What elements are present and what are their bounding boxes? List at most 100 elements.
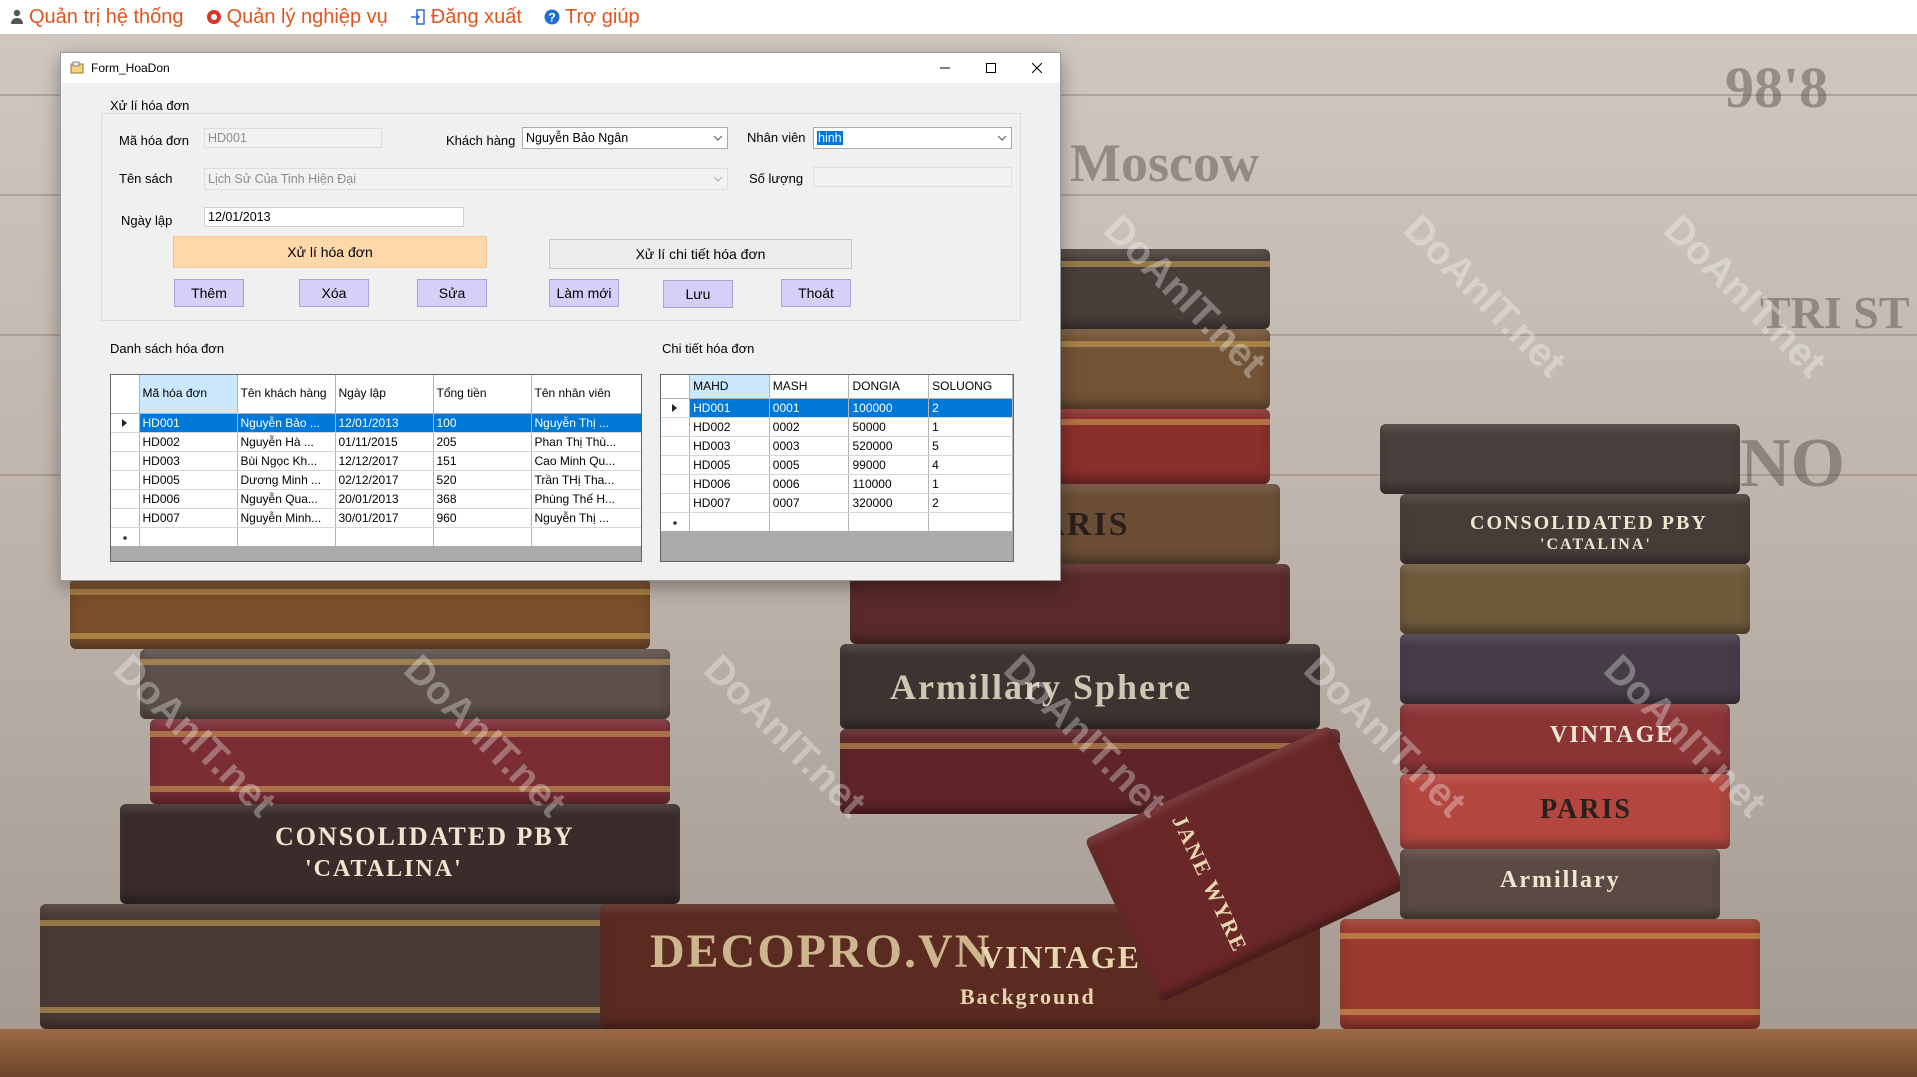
- table-cell[interactable]: 12/12/2017: [335, 451, 434, 471]
- table-cell[interactable]: 2: [928, 398, 1013, 418]
- table-cell[interactable]: 5: [928, 436, 1013, 456]
- ten-sach-combobox[interactable]: Lịch Sử Của Tinh Hiện Đại: [204, 168, 728, 190]
- row-header[interactable]: [111, 508, 140, 528]
- table-cell[interactable]: HD002: [139, 432, 238, 452]
- table-cell[interactable]: HD005: [689, 455, 770, 475]
- table-cell[interactable]: 100: [433, 413, 532, 433]
- menu-quan-tri-he-thong[interactable]: Quản trị hệ thống: [10, 6, 184, 29]
- table-cell[interactable]: Trần THị Tha...: [531, 470, 641, 490]
- table-cell[interactable]: 205: [433, 432, 532, 452]
- new-row[interactable]: [111, 527, 641, 546]
- column-header[interactable]: Ngày lập: [335, 375, 434, 414]
- table-cell[interactable]: 01/11/2015: [335, 432, 434, 452]
- window-titlebar[interactable]: Form_HoaDon: [61, 53, 1060, 83]
- nhan-vien-combobox[interactable]: hinh: [813, 127, 1012, 149]
- table-cell[interactable]: HD001: [139, 413, 238, 433]
- thoat-button[interactable]: Thoát: [781, 279, 851, 307]
- row-header[interactable]: [661, 455, 691, 475]
- table-cell[interactable]: Nguyễn Bảo ...: [237, 413, 336, 433]
- table-row[interactable]: HD003 Bùi Ngọc Kh... 12/12/2017 151 Cao …: [111, 451, 641, 471]
- table-cell[interactable]: 50000: [848, 417, 930, 437]
- table-cell[interactable]: 2: [928, 493, 1013, 513]
- table-cell[interactable]: HD007: [139, 508, 238, 528]
- table-cell[interactable]: 20/01/2013: [335, 489, 434, 509]
- invoice-list-grid[interactable]: Mã hóa đơn Tên khách hàng Ngày lập Tổng …: [110, 374, 642, 562]
- table-cell[interactable]: 0002: [769, 417, 850, 437]
- row-header[interactable]: [661, 417, 691, 437]
- table-cell[interactable]: 02/12/2017: [335, 470, 434, 490]
- menu-tro-giup[interactable]: ? Trợ giúp: [544, 6, 640, 29]
- table-row[interactable]: HD005 Dương Minh ... 02/12/2017 520 Trần…: [111, 470, 641, 490]
- table-cell[interactable]: [689, 512, 770, 531]
- table-cell[interactable]: 0005: [769, 455, 850, 475]
- table-cell[interactable]: HD006: [689, 474, 770, 494]
- table-cell[interactable]: 110000: [848, 474, 930, 494]
- row-header[interactable]: [661, 474, 691, 494]
- menu-dang-xuat[interactable]: Đăng xuất: [410, 6, 522, 29]
- table-cell[interactable]: 12/01/2013: [335, 413, 434, 433]
- table-cell[interactable]: 960: [433, 508, 532, 528]
- maximize-button[interactable]: [968, 53, 1014, 83]
- table-cell[interactable]: Nguyễn Thị ...: [531, 508, 641, 528]
- table-cell[interactable]: [433, 527, 532, 546]
- table-cell[interactable]: HD007: [689, 493, 770, 513]
- table-cell[interactable]: 368: [433, 489, 532, 509]
- detail-list-grid[interactable]: MAHD MASH DONGIA SOLUONG HD001 0001 1000…: [660, 374, 1014, 562]
- xu-li-hoa-don-button[interactable]: Xử lí hóa đơn: [173, 236, 487, 268]
- row-header[interactable]: [111, 451, 140, 471]
- table-cell[interactable]: 1: [928, 474, 1013, 494]
- table-cell[interactable]: Phùng Thế H...: [531, 489, 641, 509]
- table-cell[interactable]: HD001: [689, 398, 770, 418]
- table-cell[interactable]: Nguyễn Minh...: [237, 508, 336, 528]
- table-cell[interactable]: [139, 527, 238, 546]
- table-cell[interactable]: Phan Thị Thù...: [531, 432, 641, 452]
- table-cell[interactable]: Bùi Ngọc Kh...: [237, 451, 336, 471]
- table-row[interactable]: HD005 0005 99000 4: [661, 455, 1013, 475]
- row-header[interactable]: [661, 436, 691, 456]
- table-row[interactable]: HD002 0002 50000 1: [661, 417, 1013, 437]
- column-header[interactable]: Tên khách hàng: [237, 375, 336, 414]
- minimize-button[interactable]: [922, 53, 968, 83]
- table-cell[interactable]: 100000: [848, 398, 930, 418]
- column-header[interactable]: MAHD: [689, 375, 770, 399]
- table-cell[interactable]: [848, 512, 930, 531]
- menu-quan-ly-nghiep-vu[interactable]: Quản lý nghiệp vụ: [206, 6, 388, 29]
- table-cell[interactable]: Nguyễn Hà ...: [237, 432, 336, 452]
- sua-button[interactable]: Sửa: [417, 279, 487, 307]
- column-header[interactable]: Tổng tiền: [433, 375, 532, 414]
- new-row[interactable]: [661, 512, 1013, 531]
- table-cell[interactable]: Nguyễn Qua...: [237, 489, 336, 509]
- table-cell[interactable]: [928, 512, 1013, 531]
- table-cell[interactable]: [531, 527, 641, 546]
- row-header[interactable]: [111, 489, 140, 509]
- lam-moi-button[interactable]: Làm mới: [549, 279, 619, 307]
- table-row[interactable]: HD003 0003 520000 5: [661, 436, 1013, 456]
- table-cell[interactable]: 0003: [769, 436, 850, 456]
- table-row[interactable]: HD002 Nguyễn Hà ... 01/11/2015 205 Phan …: [111, 432, 641, 452]
- table-cell[interactable]: HD006: [139, 489, 238, 509]
- table-cell[interactable]: 320000: [848, 493, 930, 513]
- column-header[interactable]: MASH: [769, 375, 850, 399]
- table-cell[interactable]: 0007: [769, 493, 850, 513]
- column-header[interactable]: SOLUONG: [928, 375, 1013, 399]
- them-button[interactable]: Thêm: [174, 279, 244, 307]
- table-row[interactable]: HD006 Nguyễn Qua... 20/01/2013 368 Phùng…: [111, 489, 641, 509]
- ma-hoa-don-field[interactable]: HD001: [204, 128, 382, 148]
- so-luong-field[interactable]: [813, 167, 1012, 187]
- table-cell[interactable]: Nguyễn Thị ...: [531, 413, 641, 433]
- table-cell[interactable]: 0001: [769, 398, 850, 418]
- table-cell[interactable]: [335, 527, 434, 546]
- row-header[interactable]: [111, 470, 140, 490]
- xu-li-chi-tiet-button[interactable]: Xử lí chi tiết hóa đơn: [549, 239, 852, 269]
- close-button[interactable]: [1014, 53, 1060, 83]
- table-cell[interactable]: 520000: [848, 436, 930, 456]
- table-cell[interactable]: 1: [928, 417, 1013, 437]
- table-row[interactable]: HD007 Nguyễn Minh... 30/01/2017 960 Nguy…: [111, 508, 641, 528]
- table-cell[interactable]: HD002: [689, 417, 770, 437]
- table-cell[interactable]: HD003: [689, 436, 770, 456]
- column-header[interactable]: DONGIA: [848, 375, 930, 399]
- table-cell[interactable]: HD005: [139, 470, 238, 490]
- table-cell[interactable]: 99000: [848, 455, 930, 475]
- row-header[interactable]: [661, 493, 691, 513]
- xoa-button[interactable]: Xóa: [299, 279, 369, 307]
